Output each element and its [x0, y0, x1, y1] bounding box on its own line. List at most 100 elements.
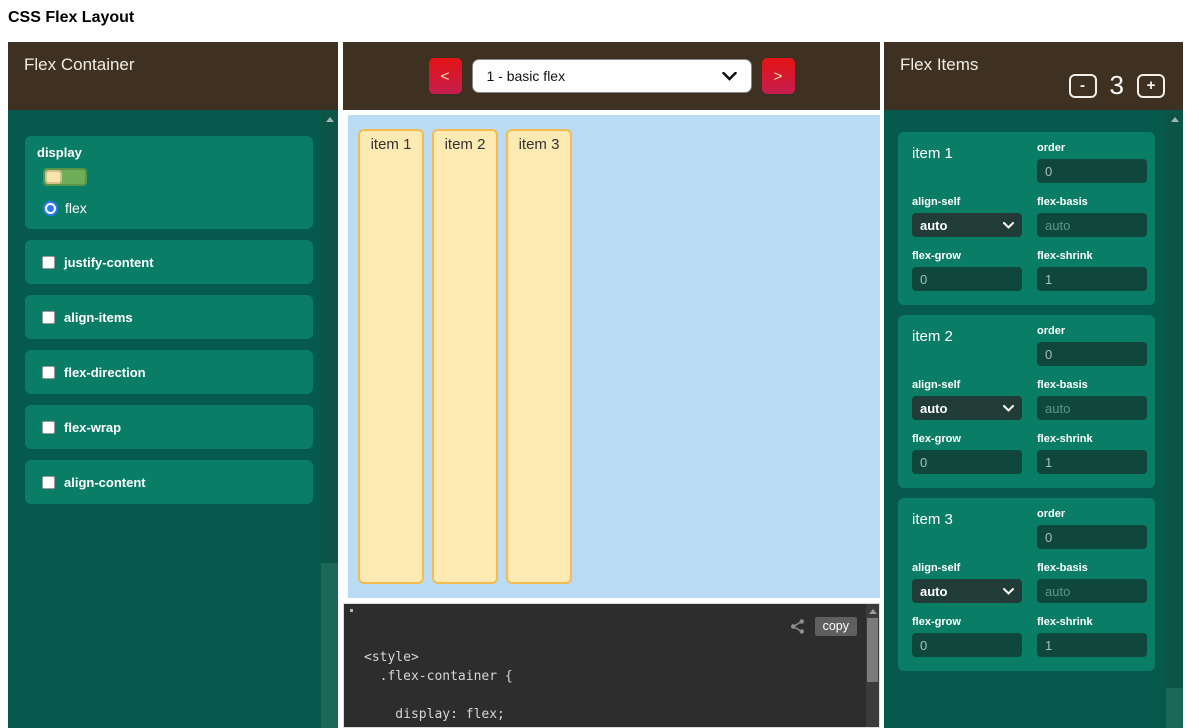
flex-grow-label: flex-grow [912, 250, 1022, 262]
flex-items-title: Flex Items [900, 55, 978, 74]
right-scrollbar-thumb[interactable] [1166, 688, 1183, 728]
property-card-align-content[interactable]: align-content [25, 460, 313, 504]
code-scrollbar-thumb[interactable] [867, 618, 878, 682]
flex-container-header: Flex Container [8, 42, 338, 110]
flex-demo-item-1-label: item 1 [371, 136, 412, 153]
property-card-align-items[interactable]: align-items [25, 295, 313, 339]
item-3-flex-grow-input[interactable] [912, 633, 1022, 657]
flex-basis-label: flex-basis [1037, 562, 1147, 574]
demo-header: < 1 - basic flex > [343, 42, 880, 110]
copy-button[interactable]: copy [815, 617, 857, 636]
order-label: order [1037, 142, 1147, 154]
justify-content-label: justify-content [64, 255, 154, 270]
flex-radio-label: flex [65, 200, 87, 216]
flex-container-body: display flex justify-content align-item [8, 110, 338, 728]
align-self-value: auto [920, 401, 947, 416]
demo-body: item 1 item 2 item 3 <style> .flex-conta… [343, 110, 880, 728]
code-corner-dot [350, 609, 353, 612]
flex-grow-label: flex-grow [912, 616, 1022, 628]
flex-direction-label: flex-direction [64, 365, 146, 380]
flex-direction-checkbox[interactable] [42, 366, 55, 379]
flex-demo-item-3-label: item 3 [519, 136, 560, 153]
item-3-title: item 3 [912, 508, 1022, 528]
align-content-label: align-content [64, 475, 146, 490]
property-card-flex-wrap[interactable]: flex-wrap [25, 405, 313, 449]
item-1-flex-basis-input[interactable] [1037, 213, 1147, 237]
flex-shrink-label: flex-shrink [1037, 616, 1147, 628]
flex-radio[interactable] [43, 201, 58, 216]
item-2-flex-shrink-input[interactable] [1037, 450, 1147, 474]
flex-demo-item-2-label: item 2 [445, 136, 486, 153]
justify-content-checkbox[interactable] [42, 256, 55, 269]
display-label: display [37, 145, 301, 160]
flex-shrink-label: flex-shrink [1037, 250, 1147, 262]
scroll-up-arrow-icon[interactable] [1171, 117, 1179, 122]
main-layout: Flex Container display flex justify-cont… [8, 42, 1183, 728]
display-toggle[interactable] [43, 168, 87, 186]
right-panel-scrollbar[interactable] [1166, 110, 1183, 728]
flex-container-title: Flex Container [24, 55, 135, 74]
item-3-align-self-select[interactable]: auto [912, 579, 1022, 603]
item-1-align-self-select[interactable]: auto [912, 213, 1022, 237]
chevron-down-icon [1003, 405, 1014, 412]
flex-items-header: Flex Items - 3 + [884, 42, 1183, 110]
code-panel: <style> .flex-container { display: flex;… [343, 603, 880, 728]
item-2-title: item 2 [912, 325, 1022, 345]
flex-items-body: item 1 order align-self auto [884, 110, 1183, 728]
item-3-flex-shrink-input[interactable] [1037, 633, 1147, 657]
flex-container-panel: Flex Container display flex justify-cont… [8, 42, 338, 728]
left-scrollbar-thumb[interactable] [321, 563, 338, 728]
demo-select[interactable]: 1 - basic flex [472, 59, 752, 93]
items-count: 3 [1110, 70, 1124, 101]
align-content-checkbox[interactable] [42, 476, 55, 489]
share-icon[interactable] [789, 618, 806, 635]
item-2-card: item 2 order align-self auto [898, 315, 1155, 488]
align-self-value: auto [920, 584, 947, 599]
increase-items-button[interactable]: + [1137, 74, 1165, 98]
flex-basis-label: flex-basis [1037, 379, 1147, 391]
display-card: display flex [25, 136, 313, 229]
item-2-align-self-select[interactable]: auto [912, 396, 1022, 420]
item-2-order-input[interactable] [1037, 342, 1147, 366]
align-self-label: align-self [912, 562, 1022, 574]
item-1-order-input[interactable] [1037, 159, 1147, 183]
item-1-card: item 1 order align-self auto [898, 132, 1155, 305]
page-title: CSS Flex Layout [8, 9, 134, 27]
align-self-label: align-self [912, 196, 1022, 208]
item-counter: - 3 + [1069, 70, 1165, 101]
code-toolbar: copy [789, 617, 857, 636]
flex-demo-item-1: item 1 [358, 129, 424, 584]
left-panel-scrollbar[interactable] [321, 110, 338, 728]
item-1-flex-shrink-input[interactable] [1037, 267, 1147, 291]
flex-wrap-checkbox[interactable] [42, 421, 55, 434]
display-toggle-knob [45, 170, 62, 184]
item-1-flex-grow-input[interactable] [912, 267, 1022, 291]
flex-demo-item-2: item 2 [432, 129, 498, 584]
align-self-value: auto [920, 218, 947, 233]
flex-shrink-label: flex-shrink [1037, 433, 1147, 445]
flex-stage: item 1 item 2 item 3 [348, 115, 880, 598]
demo-select-value: 1 - basic flex [487, 68, 566, 84]
flex-basis-label: flex-basis [1037, 196, 1147, 208]
property-card-justify-content[interactable]: justify-content [25, 240, 313, 284]
flex-grow-label: flex-grow [912, 433, 1022, 445]
align-self-label: align-self [912, 379, 1022, 391]
chevron-down-icon [1003, 222, 1014, 229]
property-card-flex-direction[interactable]: flex-direction [25, 350, 313, 394]
item-3-card: item 3 order align-self auto [898, 498, 1155, 671]
flex-wrap-label: flex-wrap [64, 420, 121, 435]
demo-panel: < 1 - basic flex > item 1 item 2 item 3 [343, 42, 880, 728]
decrease-items-button[interactable]: - [1069, 74, 1097, 98]
code-scroll-up-arrow-icon[interactable] [869, 609, 877, 614]
next-demo-button[interactable]: > [762, 58, 795, 94]
align-items-checkbox[interactable] [42, 311, 55, 324]
flex-demo-item-3: item 3 [506, 129, 572, 584]
item-3-order-input[interactable] [1037, 525, 1147, 549]
prev-demo-button[interactable]: < [429, 58, 462, 94]
scroll-up-arrow-icon[interactable] [326, 117, 334, 122]
item-2-flex-basis-input[interactable] [1037, 396, 1147, 420]
item-3-flex-basis-input[interactable] [1037, 579, 1147, 603]
code-scrollbar[interactable] [866, 604, 879, 727]
item-2-flex-grow-input[interactable] [912, 450, 1022, 474]
item-1-title: item 1 [912, 142, 1022, 162]
